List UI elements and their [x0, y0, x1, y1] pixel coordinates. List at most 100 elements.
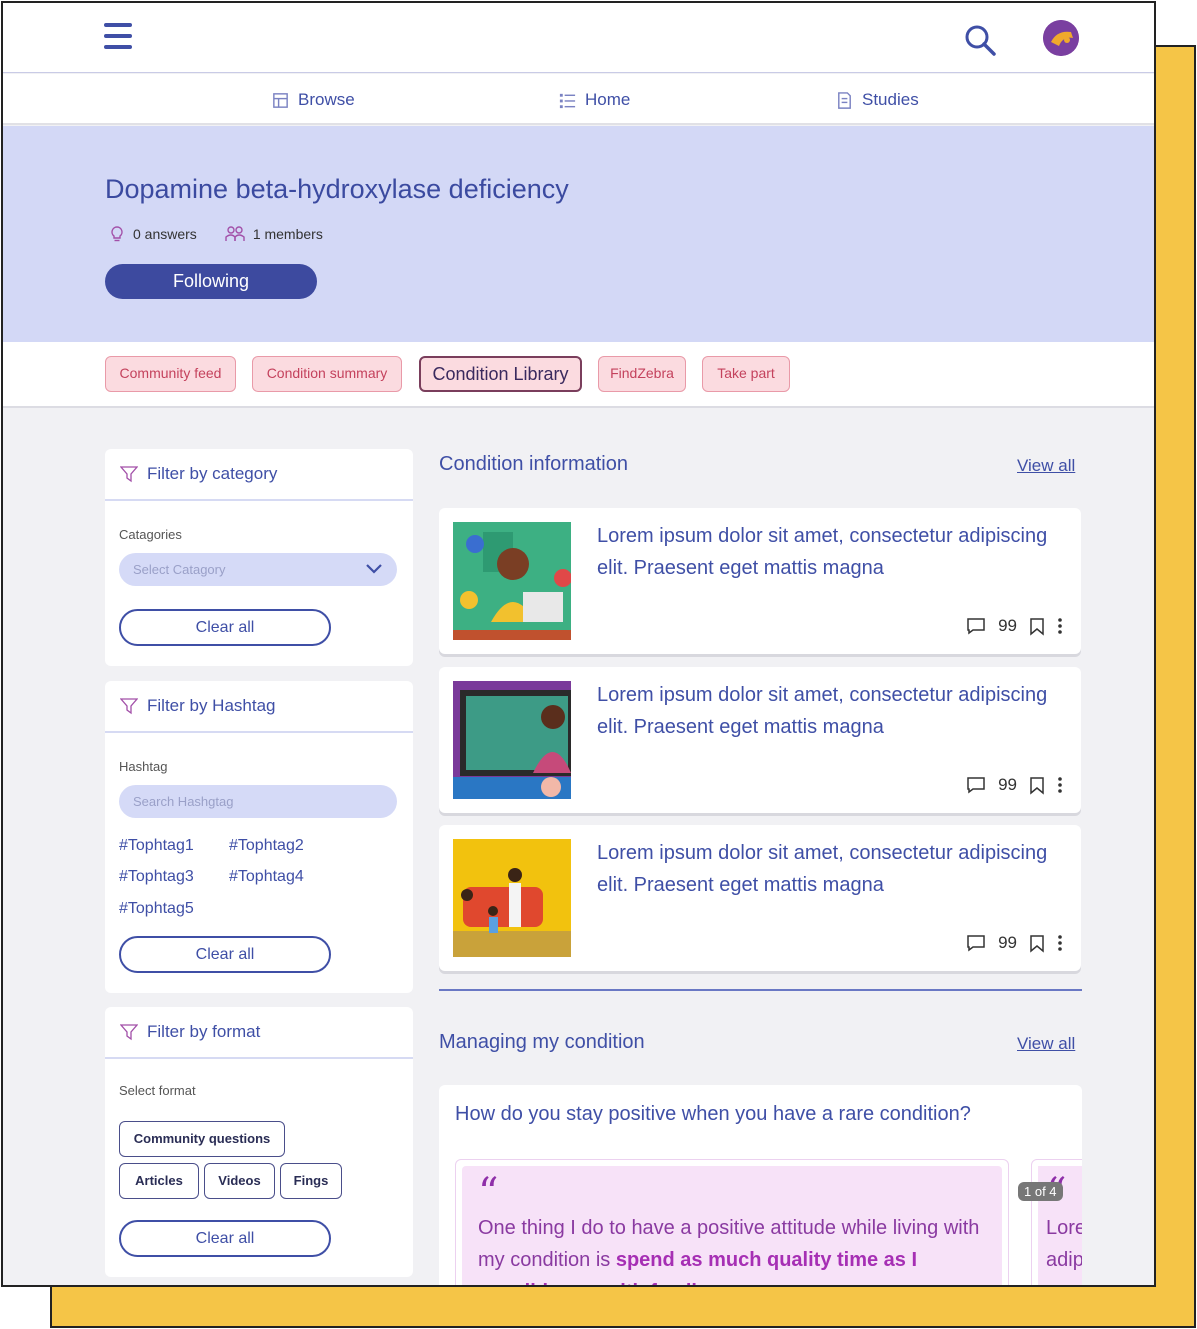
- article-actions: 99: [966, 775, 1063, 795]
- question-card[interactable]: How do you stay positive when you have a…: [439, 1085, 1082, 1285]
- hashtag-chip[interactable]: #Tophtag3: [119, 868, 194, 886]
- more-options-icon[interactable]: [1057, 934, 1063, 952]
- filter-hashtag-title: Filter by Hashtag: [147, 696, 276, 715]
- format-articles[interactable]: Articles: [119, 1163, 199, 1199]
- bookmark-icon[interactable]: [1029, 934, 1045, 953]
- hashtag-chip[interactable]: #Tophtag1: [119, 837, 194, 855]
- category-label: Catagories: [119, 527, 182, 542]
- category-select[interactable]: Select Catagory: [119, 553, 397, 586]
- filter-category-header: Filter by category: [105, 449, 413, 501]
- nav-home-label: Home: [585, 90, 631, 109]
- avatar[interactable]: [1043, 20, 1079, 56]
- main-nav: Browse Home Studies: [3, 74, 1154, 125]
- format-community-questions[interactable]: Community questions: [119, 1121, 285, 1157]
- funnel-icon: [120, 466, 138, 483]
- following-button[interactable]: Following: [105, 264, 317, 299]
- filter-category-panel: Filter by category Catagories Select Cat…: [105, 449, 413, 666]
- category-select-placeholder: Select Catagory: [133, 562, 226, 577]
- condition-tabs: Community feed Condition summary Conditi…: [3, 342, 1154, 408]
- nav-home[interactable]: Home: [558, 90, 630, 110]
- members-count: 1 members: [252, 226, 323, 242]
- lightbulb-icon: [111, 226, 123, 242]
- clear-format-button[interactable]: Clear all: [119, 1220, 331, 1257]
- filter-format-panel: Filter by format Select format Community…: [105, 1007, 413, 1277]
- tab-condition-library[interactable]: Condition Library: [419, 356, 582, 392]
- article-title: Lorem ipsum dolor sit amet, consectetur …: [597, 684, 1048, 738]
- comment-count: 99: [998, 775, 1017, 794]
- managing-title: Managing my condition: [439, 1031, 645, 1053]
- tab-condition-summary[interactable]: Condition summary: [252, 356, 402, 392]
- nav-browse-label: Browse: [298, 90, 355, 109]
- quote-mark-icon: “: [478, 1170, 499, 1216]
- top-bar: [3, 3, 1154, 73]
- article-actions: 99: [966, 616, 1063, 636]
- funnel-icon: [120, 698, 138, 715]
- question-title: How do you stay positive when you have a…: [455, 1103, 971, 1125]
- condition-header: Dopamine beta-hydroxylase deficiency 0 a…: [3, 126, 1154, 342]
- nav-studies[interactable]: Studies: [835, 90, 919, 110]
- answers-stat: 0 answers: [109, 225, 197, 243]
- app-window: Browse Home Studies Dopamine beta-hydrox…: [1, 1, 1156, 1287]
- chevron-down-icon: [366, 564, 382, 574]
- answer-quote-card-next[interactable]: “ Lorem adipi: [1031, 1159, 1082, 1285]
- hashtag-search-input[interactable]: Search Hashgtag: [119, 785, 397, 818]
- page-title: Dopamine beta-hydroxylase deficiency: [105, 174, 569, 204]
- tab-findzebra[interactable]: FindZebra: [598, 356, 686, 392]
- article-thumbnail: [453, 681, 571, 799]
- clear-hashtag-button[interactable]: Clear all: [119, 936, 331, 973]
- comment-count: 99: [998, 933, 1017, 952]
- list-icon: [559, 93, 576, 108]
- comment-icon[interactable]: [966, 934, 986, 952]
- carousel-pager: 1 of 4: [1018, 1182, 1063, 1201]
- hashtag-chip[interactable]: #Tophtag4: [229, 868, 304, 886]
- bookmark-icon[interactable]: [1029, 776, 1045, 795]
- format-label: Select format: [119, 1083, 196, 1098]
- nav-browse[interactable]: Browse: [271, 90, 355, 110]
- article-thumbnail: [453, 839, 571, 957]
- browse-icon: [273, 92, 288, 108]
- section-divider: [439, 989, 1082, 991]
- article-actions: 99: [966, 933, 1063, 953]
- more-options-icon[interactable]: [1057, 776, 1063, 794]
- comment-icon[interactable]: [966, 776, 986, 794]
- hashtag-label: Hashtag: [119, 759, 168, 774]
- managing-view-all[interactable]: View all: [1017, 1034, 1075, 1054]
- article-card[interactable]: Lorem ipsum dolor sit amet, consectetur …: [439, 667, 1081, 813]
- document-icon: [838, 91, 851, 109]
- hamburger-icon[interactable]: [104, 23, 132, 53]
- answer-quote-card[interactable]: “ One thing I do to have a positive atti…: [455, 1159, 1009, 1285]
- article-card[interactable]: Lorem ipsum dolor sit amet, consectetur …: [439, 508, 1081, 654]
- article-card[interactable]: Lorem ipsum dolor sit amet, consectetur …: [439, 825, 1081, 971]
- format-fings[interactable]: Fings: [280, 1163, 342, 1199]
- comment-icon[interactable]: [966, 617, 986, 635]
- filter-format-title: Filter by format: [147, 1022, 261, 1041]
- clear-category-button[interactable]: Clear all: [119, 609, 331, 646]
- answers-count: 0 answers: [133, 226, 197, 242]
- search-icon[interactable]: [963, 23, 997, 57]
- answer-quote-body: “ One thing I do to have a positive atti…: [462, 1166, 1002, 1285]
- article-thumbnail: [453, 522, 571, 640]
- hashtag-chip[interactable]: #Tophtag5: [119, 900, 194, 918]
- tab-community-feed[interactable]: Community feed: [105, 356, 236, 392]
- funnel-icon: [120, 1024, 138, 1041]
- filter-hashtag-panel: Filter by Hashtag Hashtag Search Hashgta…: [105, 681, 413, 993]
- condition-info-view-all[interactable]: View all: [1017, 456, 1075, 476]
- next-quote-text: Lorem adipi: [1046, 1217, 1082, 1271]
- answer-text: One thing I do to have a positive attitu…: [478, 1212, 986, 1285]
- bookmark-icon[interactable]: [1029, 617, 1045, 636]
- page: Browse Home Studies Dopamine beta-hydrox…: [0, 0, 1197, 1329]
- filter-category-title: Filter by category: [147, 464, 278, 483]
- format-videos[interactable]: Videos: [204, 1163, 275, 1199]
- filter-hashtag-header: Filter by Hashtag: [105, 681, 413, 733]
- condition-info-title: Condition information: [439, 453, 628, 475]
- nav-studies-label: Studies: [862, 90, 919, 109]
- comment-count: 99: [998, 616, 1017, 635]
- tab-take-part[interactable]: Take part: [702, 356, 790, 392]
- hashtag-chip[interactable]: #Tophtag2: [229, 837, 304, 855]
- more-options-icon[interactable]: [1057, 617, 1063, 635]
- hashtag-search-placeholder: Search Hashgtag: [133, 794, 234, 809]
- members-icon: [225, 226, 245, 241]
- article-title: Lorem ipsum dolor sit amet, consectetur …: [597, 525, 1048, 579]
- members-stat: 1 members: [225, 225, 323, 243]
- filter-format-header: Filter by format: [105, 1007, 413, 1059]
